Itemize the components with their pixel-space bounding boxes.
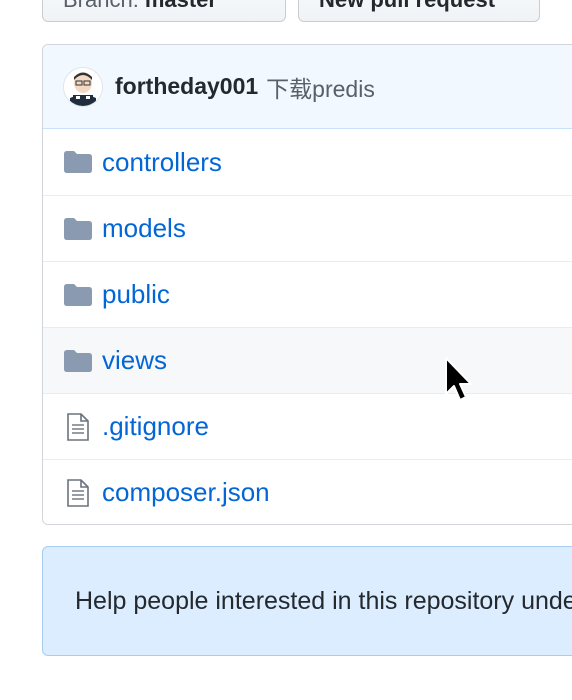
branch-prefix-label: Branch:: [63, 0, 139, 13]
folder-icon: [63, 348, 93, 374]
folder-icon: [63, 282, 93, 308]
file-row-controllers[interactable]: controllers: [43, 129, 572, 195]
file-list: controllers models public views .gitignore co…: [43, 129, 572, 524]
file-row-models[interactable]: models: [43, 195, 572, 261]
file-name-link[interactable]: public: [102, 279, 170, 310]
file-row-composer-json[interactable]: composer.json: [43, 459, 572, 524]
file-table: fortheday001 下载predis controllers models p…: [42, 44, 572, 525]
repository-page: Branch: master New pull request fortheda…: [0, 0, 572, 700]
file-name-link[interactable]: controllers: [102, 147, 222, 178]
file-icon: [63, 478, 93, 507]
file-row-public[interactable]: public: [43, 261, 572, 327]
file-name-link[interactable]: models: [102, 213, 186, 244]
readme-help-banner: Help people interested in this repositor…: [42, 546, 572, 656]
commit-author-link[interactable]: fortheday001: [115, 73, 258, 100]
file-name-link[interactable]: .gitignore: [102, 411, 209, 442]
folder-icon: [63, 149, 93, 175]
file-name-link[interactable]: composer.json: [102, 477, 270, 508]
file-row-views[interactable]: views: [43, 327, 572, 393]
file-row-gitignore[interactable]: .gitignore: [43, 393, 572, 459]
avatar-image: [64, 67, 102, 106]
new-pull-request-button[interactable]: New pull request: [298, 0, 540, 22]
folder-icon: [63, 216, 93, 242]
commit-message-link[interactable]: 下载predis: [266, 70, 375, 104]
file-name-link[interactable]: views: [102, 345, 167, 376]
readme-help-text: Help people interested in this repositor…: [75, 586, 572, 615]
avatar[interactable]: [63, 66, 103, 107]
branch-name-label: master: [145, 0, 217, 13]
file-icon: [63, 412, 93, 441]
latest-commit-header: fortheday001 下载predis: [43, 45, 572, 129]
branch-select-button[interactable]: Branch: master: [42, 0, 286, 22]
